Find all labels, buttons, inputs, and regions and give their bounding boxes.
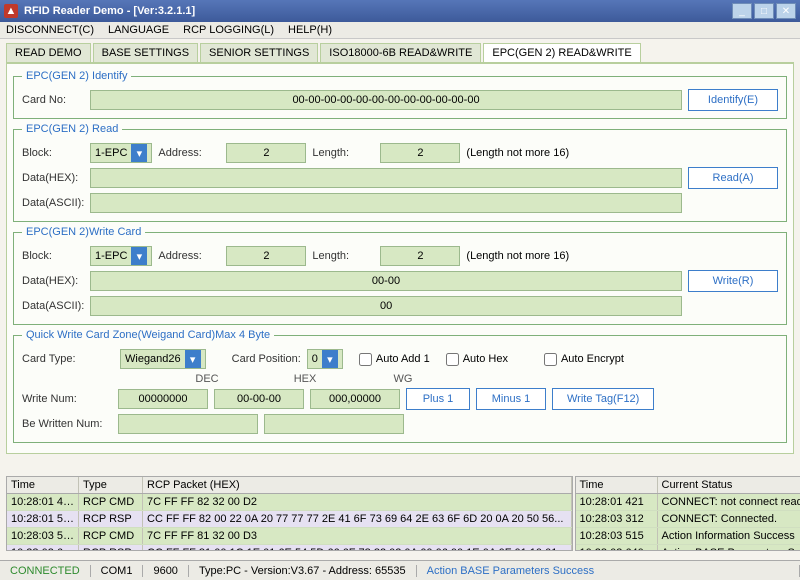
close-button[interactable]: ✕ <box>776 3 796 19</box>
log-table[interactable]: TimeTypeRCP Packet (HEX) 10:28:01 484RCP… <box>6 476 573 551</box>
window-title: RFID Reader Demo - [Ver:3.2.1.1] <box>24 5 732 17</box>
status-port: COM1 <box>91 565 144 577</box>
label-cardno: Card No: <box>22 94 84 106</box>
label-write-num: Write Num: <box>22 393 112 405</box>
tab-epc-gen2[interactable]: EPC(GEN 2) READ&WRITE <box>483 43 640 62</box>
label-read-ascii: Data(ASCII): <box>22 197 84 209</box>
input-wg[interactable] <box>310 389 400 409</box>
label-read-block: Block: <box>22 147 84 159</box>
status-row[interactable]: 10:28:03 312CONNECT: Connected. <box>576 511 800 528</box>
menu-rcp-logging[interactable]: RCP LOGGING(L) <box>183 24 274 36</box>
input-write-ascii[interactable] <box>90 296 682 316</box>
select-read-block[interactable]: 1-EPC▾ <box>90 143 152 163</box>
log-row[interactable]: 10:28:03 531RCP CMD7C FF FF 81 32 00 D3 <box>7 528 572 545</box>
input-cardno[interactable] <box>90 90 682 110</box>
tab-bar: READ DEMO BASE SETTINGS SENIOR SETTINGS … <box>6 43 794 63</box>
select-card-position[interactable]: 0▾ <box>307 349 343 369</box>
note-write-length: (Length not more 16) <box>466 250 569 262</box>
legend-quick: Quick Write Card Zone(Weigand Card)Max 4… <box>22 329 274 341</box>
chevron-down-icon: ▾ <box>322 350 338 368</box>
header-hex: HEX <box>260 373 350 385</box>
button-minus1[interactable]: Minus 1 <box>476 388 546 410</box>
input-read-ascii[interactable] <box>90 193 682 213</box>
note-read-length: (Length not more 16) <box>466 147 569 159</box>
app-icon: ▲ <box>4 4 18 18</box>
group-identify: EPC(GEN 2) Identify Card No: Identify(E) <box>13 70 787 119</box>
button-read[interactable]: Read(A) <box>688 167 778 189</box>
label-card-position: Card Position: <box>232 353 301 365</box>
chevron-down-icon: ▾ <box>185 350 201 368</box>
button-write[interactable]: Write(R) <box>688 270 778 292</box>
chevron-down-icon: ▾ <box>131 247 147 265</box>
log-head-time: Time <box>7 477 79 493</box>
status-bar: CONNECTED COM1 9600 Type:PC - Version:V3… <box>0 560 800 580</box>
input-read-length[interactable] <box>380 143 460 163</box>
input-read-hex[interactable] <box>90 168 682 188</box>
input-read-address[interactable] <box>226 143 306 163</box>
status-table[interactable]: TimeCurrent Status 10:28:01 421CONNECT: … <box>575 476 800 551</box>
input-hex[interactable] <box>214 389 304 409</box>
label-write-block: Block: <box>22 250 84 262</box>
label-be-written: Be Written Num: <box>22 418 112 430</box>
header-wg: WG <box>358 373 448 385</box>
status-row[interactable]: 10:28:03 515Action Information Success <box>576 528 800 545</box>
label-write-hex: Data(HEX): <box>22 275 84 287</box>
minimize-button[interactable]: _ <box>732 3 752 19</box>
button-plus1[interactable]: Plus 1 <box>406 388 470 410</box>
status-connected: CONNECTED <box>0 565 91 577</box>
title-bar: ▲ RFID Reader Demo - [Ver:3.2.1.1] _ □ ✕ <box>0 0 800 22</box>
menu-disconnect[interactable]: DISCONNECT(C) <box>6 24 94 36</box>
label-read-hex: Data(HEX): <box>22 172 84 184</box>
checkbox-auto-hex[interactable]: Auto Hex <box>446 353 508 366</box>
button-write-tag[interactable]: Write Tag(F12) <box>552 388 654 410</box>
status-info: Type:PC - Version:V3.67 - Address: 65535 <box>189 565 417 577</box>
group-quick-write: Quick Write Card Zone(Weigand Card)Max 4… <box>13 329 787 443</box>
label-read-length: Length: <box>312 147 374 159</box>
legend-write: EPC(GEN 2)Write Card <box>22 226 145 238</box>
main-panel: EPC(GEN 2) Identify Card No: Identify(E)… <box>6 63 794 454</box>
label-read-address: Address: <box>158 147 220 159</box>
tab-iso18000[interactable]: ISO18000-6B READ&WRITE <box>320 43 481 62</box>
menu-help[interactable]: HELP(H) <box>288 24 332 36</box>
label-card-type: Card Type: <box>22 353 84 365</box>
log-row[interactable]: 10:28:03 640RCP RSPCC FF FF 81 00 1C 1E … <box>7 545 572 550</box>
tab-read-demo[interactable]: READ DEMO <box>6 43 91 62</box>
checkbox-auto-encrypt[interactable]: Auto Encrypt <box>544 353 624 366</box>
menu-bar: DISCONNECT(C) LANGUAGE RCP LOGGING(L) HE… <box>0 22 800 39</box>
input-write-hex[interactable] <box>90 271 682 291</box>
status-row[interactable]: 10:28:03 640Action BASE Parameters Succe… <box>576 545 800 550</box>
select-card-type[interactable]: Wiegand26▾ <box>120 349 206 369</box>
select-write-block[interactable]: 1-EPC▾ <box>90 246 152 266</box>
group-read: EPC(GEN 2) Read Block: 1-EPC▾ Address: L… <box>13 123 787 222</box>
label-write-ascii: Data(ASCII): <box>22 300 84 312</box>
status-baud: 9600 <box>143 565 188 577</box>
input-bewritten-2[interactable] <box>264 414 404 434</box>
status-head-time: Time <box>576 477 658 493</box>
input-bewritten-1[interactable] <box>118 414 258 434</box>
maximize-button[interactable]: □ <box>754 3 774 19</box>
chevron-down-icon: ▾ <box>131 144 147 162</box>
legend-identify: EPC(GEN 2) Identify <box>22 70 131 82</box>
legend-read: EPC(GEN 2) Read <box>22 123 122 135</box>
log-row[interactable]: 10:28:01 578RCP RSPCC FF FF 82 00 22 0A … <box>7 511 572 528</box>
menu-language[interactable]: LANGUAGE <box>108 24 169 36</box>
input-write-address[interactable] <box>226 246 306 266</box>
button-identify[interactable]: Identify(E) <box>688 89 778 111</box>
input-dec[interactable] <box>118 389 208 409</box>
status-action: Action BASE Parameters Success <box>417 565 800 577</box>
label-write-address: Address: <box>158 250 220 262</box>
tab-base-settings[interactable]: BASE SETTINGS <box>93 43 198 62</box>
status-row[interactable]: 10:28:01 421CONNECT: not connect reader,… <box>576 494 800 511</box>
tab-senior-settings[interactable]: SENIOR SETTINGS <box>200 43 318 62</box>
checkbox-auto-add[interactable]: Auto Add 1 <box>359 353 430 366</box>
input-write-length[interactable] <box>380 246 460 266</box>
log-head-packet: RCP Packet (HEX) <box>143 477 572 493</box>
header-dec: DEC <box>162 373 252 385</box>
status-head-status: Current Status <box>658 477 800 493</box>
log-head-type: Type <box>79 477 143 493</box>
label-write-length: Length: <box>312 250 374 262</box>
group-write: EPC(GEN 2)Write Card Block: 1-EPC▾ Addre… <box>13 226 787 325</box>
log-row[interactable]: 10:28:01 484RCP CMD7C FF FF 82 32 00 D2 <box>7 494 572 511</box>
